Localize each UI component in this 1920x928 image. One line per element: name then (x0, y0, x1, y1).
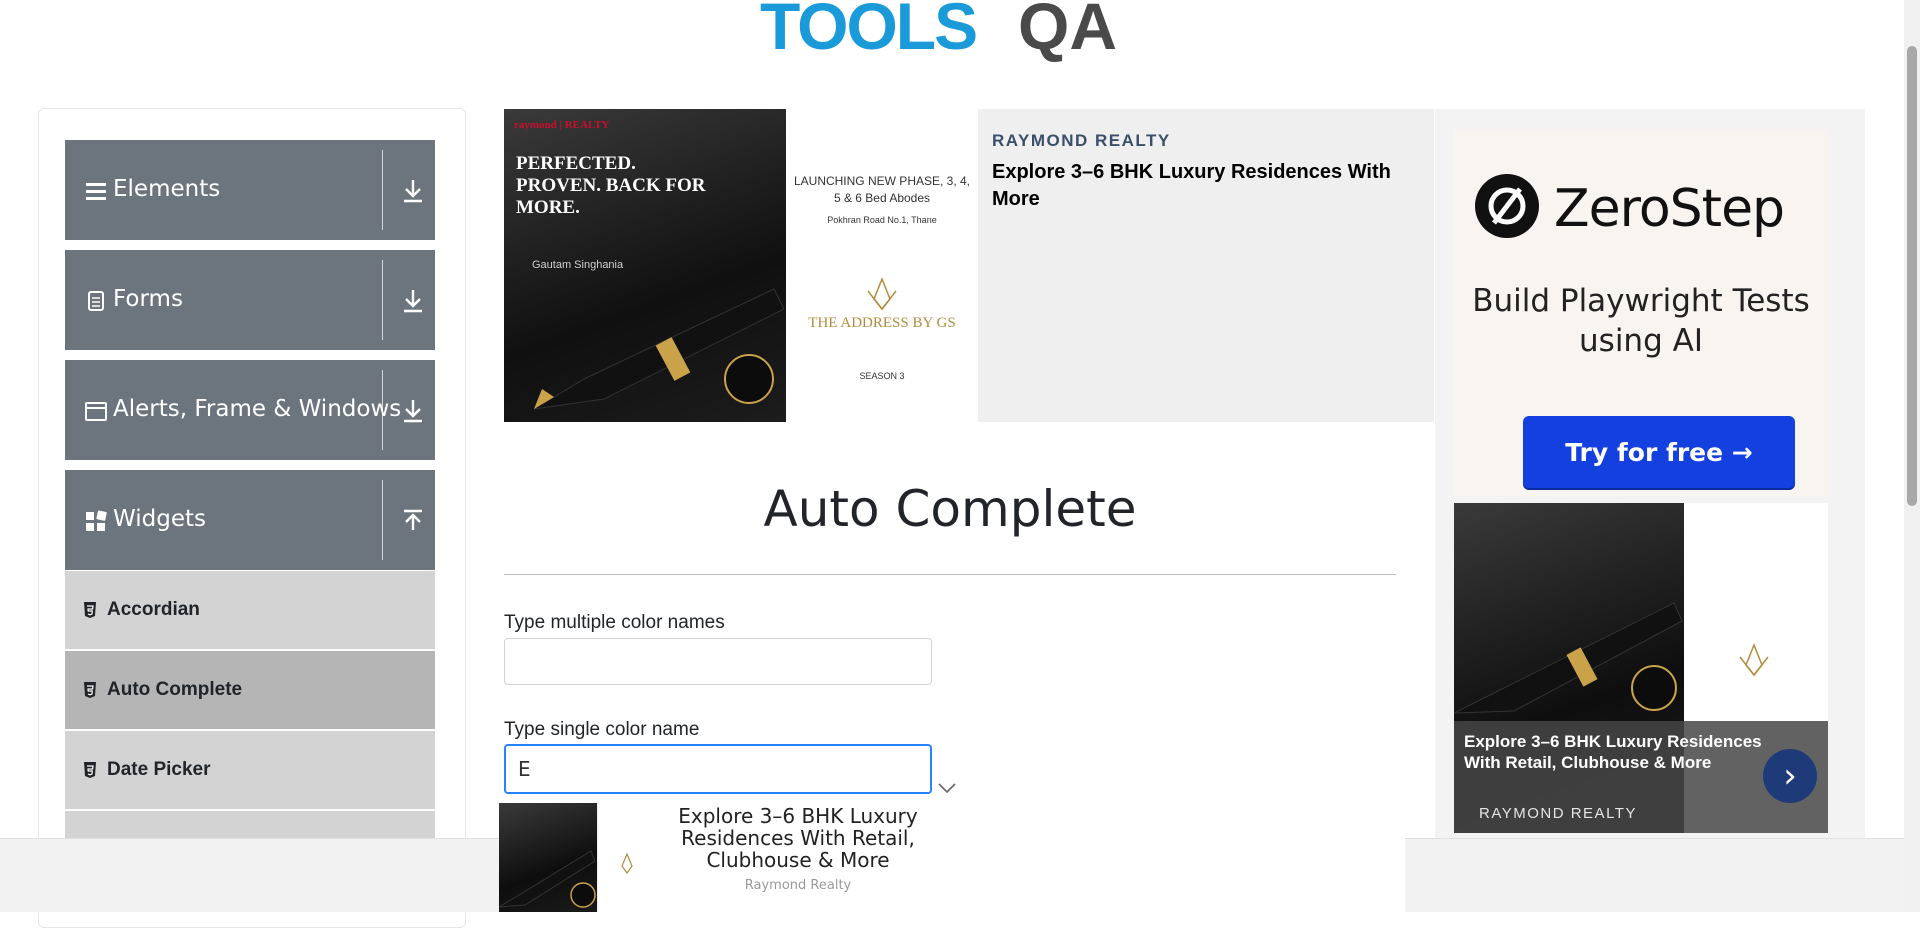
sidebar-group-widgets[interactable]: Widgets (65, 470, 435, 570)
right-advertisement: ZeroStep Build Playwright Tests using AI… (1435, 109, 1865, 839)
single-color-label: Type single color name (504, 719, 700, 740)
sidebar-item-accordian[interactable]: Accordian (65, 571, 435, 649)
ad-location: Pokhran Road No.1, Thane (827, 215, 937, 225)
launch-image (597, 803, 653, 912)
ad-title[interactable]: Explore 3–6 BHK Luxury Residences With R… (1464, 731, 1764, 773)
sidebar-group-alerts[interactable]: Alerts, Frame & Windows (65, 360, 435, 460)
lotus-icon (867, 277, 897, 311)
html5-icon (84, 762, 96, 778)
chevron-down-icon[interactable] (938, 782, 956, 794)
document-icon (88, 291, 104, 311)
ad-headline: PERFECTED. PROVEN. BACK FOR MORE. (516, 153, 706, 218)
widgets-icon (86, 510, 107, 531)
download-icon[interactable] (401, 178, 425, 204)
zerostep-ad[interactable]: ZeroStep Build Playwright Tests using AI… (1454, 129, 1828, 496)
sidebar-item-auto-complete[interactable]: Auto Complete (65, 651, 435, 729)
zerostep-logo-icon (1475, 174, 1539, 238)
sidebar-group-label: Alerts, Frame & Windows (113, 396, 402, 422)
ad-season: SEASON 3 (859, 371, 905, 381)
sidebar-group-label: Elements (113, 176, 221, 202)
zerostep-tagline: Build Playwright Tests using AI (1472, 283, 1810, 359)
try-for-free-button[interactable]: Try for free → (1523, 416, 1795, 488)
ad-sponsor: Raymond Realty (744, 878, 852, 893)
sidebar-item-label: Date Picker (107, 759, 211, 780)
zerostep-brand: ZeroStep (1554, 179, 1785, 239)
ad-title[interactable]: Explore 3–6 BHK Luxury Residences With R… (663, 805, 933, 871)
ad-phase: LAUNCHING NEW PHASE, 3, 4, 5 & 6 Bed Abo… (793, 174, 971, 205)
ad-image-launch: LAUNCHING NEW PHASE, 3, 4, 5 & 6 Bed Abo… (786, 109, 978, 422)
logo-text-qa: QA (1018, 0, 1117, 63)
divider (504, 574, 1396, 575)
sidebar-group-label: Forms (113, 286, 183, 312)
divider (382, 370, 383, 450)
sidebar-item-label: Auto Complete (107, 679, 243, 700)
divider (382, 480, 383, 560)
scrollbar-thumb[interactable] (1907, 46, 1917, 506)
ad-project: THE ADDRESS BY GS (808, 315, 956, 331)
upload-icon[interactable] (401, 508, 425, 534)
html5-icon (84, 602, 96, 618)
multi-color-label: Type multiple color names (504, 612, 725, 633)
chevron-right-icon[interactable]: › (1763, 749, 1817, 803)
ad-brand: raymond | REALTY (514, 119, 610, 131)
sidebar-item-date-picker[interactable]: Date Picker (65, 731, 435, 809)
divider (382, 150, 383, 230)
ad-sponsor[interactable]: RAYMOND REALTY (992, 131, 1171, 151)
window-icon (85, 402, 107, 421)
pen-image (499, 803, 597, 912)
download-icon[interactable] (401, 288, 425, 314)
ad-image-pen: raymond | REALTY PERFECTED. PROVEN. BACK… (504, 109, 786, 422)
pen-image (533, 288, 784, 410)
download-icon[interactable] (401, 398, 425, 424)
html5-icon (84, 682, 96, 698)
bottom-advertisement[interactable]: Explore 3–6 BHK Luxury Residences With R… (499, 803, 1405, 912)
ad-signature: Gautam Singhania (532, 259, 624, 271)
sidebar-group-label: Widgets (113, 506, 206, 532)
sidebar-group-elements[interactable]: Elements (65, 140, 435, 240)
ad-overlay: Explore 3–6 BHK Luxury Residences With R… (1454, 721, 1828, 833)
divider (382, 260, 383, 340)
raymond-ad-card[interactable]: Explore 3–6 BHK Luxury Residences With R… (1454, 503, 1828, 833)
single-color-input[interactable] (504, 744, 932, 794)
ad-sponsor: RAYMOND REALTY (1479, 805, 1637, 822)
logo-text-tools: TOOLS (760, 0, 978, 63)
page-title: Auto Complete (763, 480, 1137, 538)
multi-color-input[interactable] (504, 638, 932, 685)
hamburger-icon (86, 183, 106, 200)
sidebar-group-forms[interactable]: Forms (65, 250, 435, 350)
toolsqa-logo[interactable]: TOOLS QA (760, 0, 1160, 66)
sidebar-item-label: Accordian (107, 599, 200, 620)
top-advertisement[interactable]: raymond | REALTY PERFECTED. PROVEN. BACK… (504, 109, 1434, 422)
ad-title[interactable]: Explore 3–6 BHK Luxury Residences With M… (992, 159, 1434, 213)
